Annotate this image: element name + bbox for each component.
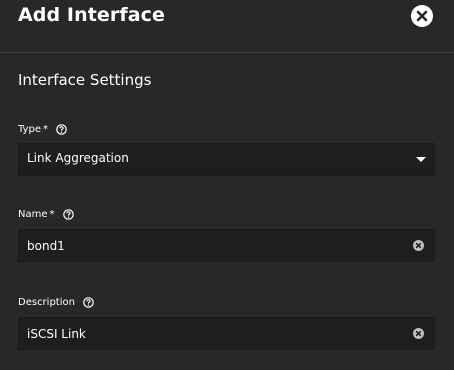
description-label-row: Description [18,297,94,308]
required-mark: * [42,124,48,135]
help-icon[interactable] [56,124,67,135]
description-input[interactable] [19,318,399,349]
dialog-title: Add Interface [18,4,165,26]
type-select[interactable]: Link Aggregation [18,143,435,176]
add-interface-dialog: Add Interface Interface Settings Type * … [0,0,454,370]
caret-down-icon[interactable] [416,157,426,162]
name-label: Name [18,209,48,220]
type-select-value: Link Aggregation [27,151,129,165]
name-label-row: Name * [18,209,74,220]
type-label-row: Type * [18,124,67,135]
type-label: Type [18,124,41,135]
help-icon[interactable] [62,209,74,220]
description-label: Description [18,297,75,308]
clear-icon[interactable] [413,328,424,339]
help-icon[interactable] [83,297,94,308]
dialog-header: Add Interface [0,0,454,53]
section-title: Interface Settings [18,71,152,89]
name-field[interactable] [18,229,435,262]
close-icon[interactable] [411,5,433,27]
description-field[interactable] [18,317,435,350]
clear-icon[interactable] [413,240,424,251]
required-mark: * [49,209,55,220]
name-input[interactable] [19,230,399,261]
